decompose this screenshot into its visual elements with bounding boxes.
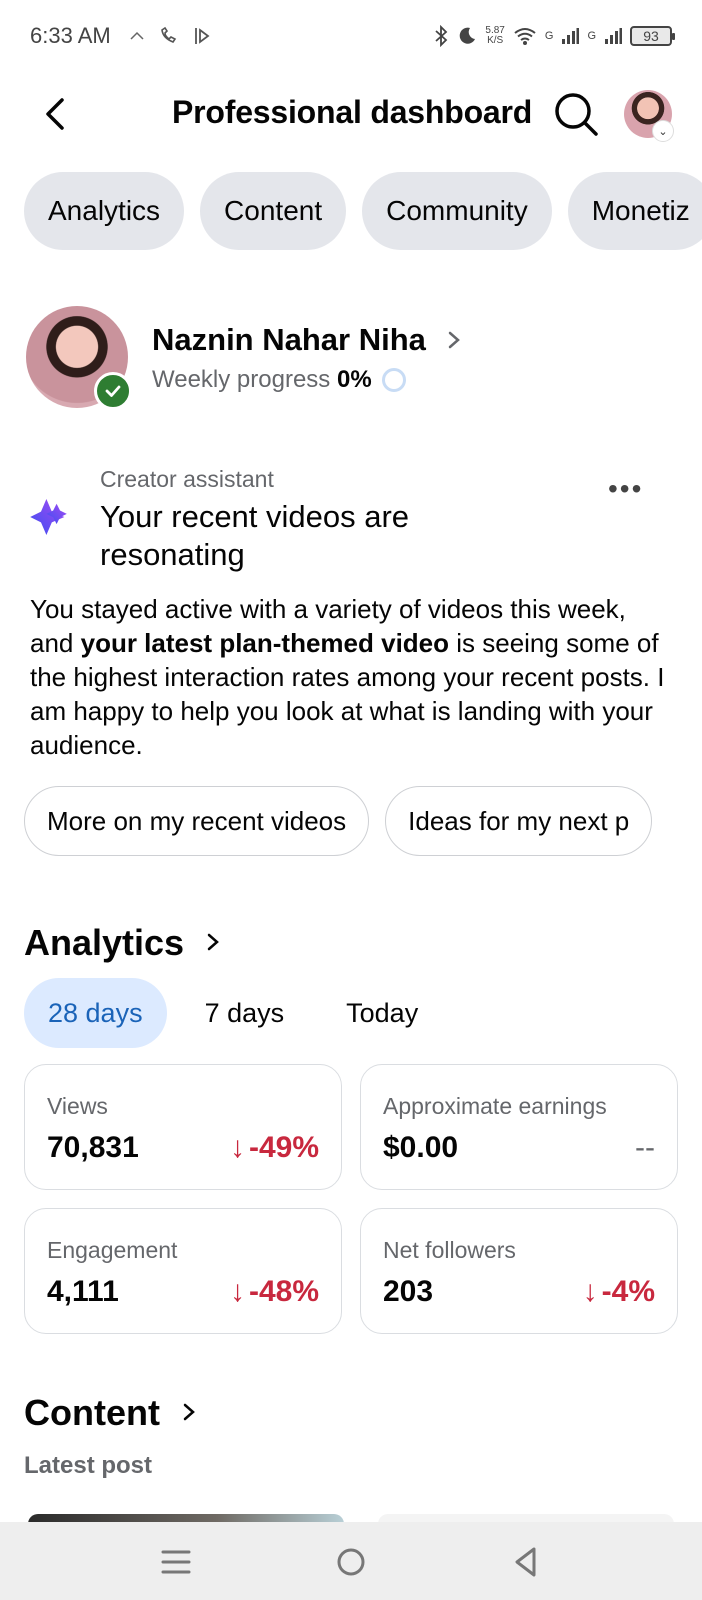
metric-delta: --: [635, 1131, 655, 1164]
weekly-progress-label: Weekly progress: [152, 366, 331, 393]
metric-label: Approximate earnings: [383, 1093, 607, 1119]
do-not-disturb-moon-icon: [460, 27, 476, 44]
more-options-icon[interactable]: •••: [608, 475, 652, 504]
metric-value: 4,111: [47, 1275, 119, 1308]
progress-ring-icon: [382, 368, 407, 392]
profile-name: Naznin Nahar Niha: [152, 322, 426, 357]
range-28-days[interactable]: 28 days: [24, 978, 167, 1048]
suggestion-chip-next-ideas[interactable]: Ideas for my next p: [385, 786, 653, 856]
suggestion-chip-recent-videos[interactable]: More on my recent videos: [24, 786, 370, 856]
tab-monetization[interactable]: Monetiz: [567, 172, 702, 250]
system-nav-bar: [0, 1522, 702, 1600]
weekly-progress-value: 0%: [336, 366, 372, 393]
page-title: Professional dashboard: [172, 94, 533, 130]
signal-2-label: G: [587, 30, 596, 42]
analytics-heading[interactable]: Analytics: [24, 922, 184, 964]
metric-card-engagement[interactable]: Engagement 4,111 ↓ -48%: [24, 1208, 342, 1334]
sparkle-ai-icon: [30, 499, 67, 535]
metric-label: Views: [47, 1093, 108, 1119]
bluetooth-icon: [435, 25, 448, 47]
metric-value: 203: [383, 1275, 434, 1308]
metric-value: 70,831: [47, 1131, 139, 1164]
metric-delta: ↓ -48%: [229, 1275, 319, 1308]
profile-summary[interactable]: Naznin Nahar Niha Weekly progress 0%: [26, 306, 686, 416]
metric-delta: ↓ -4%: [582, 1275, 655, 1308]
signal-bars-icon: [605, 28, 622, 44]
app-header: Professional dashboard ⌄: [0, 80, 702, 150]
dashboard-tabs: Analytics Content Community Monetiz: [24, 172, 702, 250]
assistant-message: You stayed active with a variety of vide…: [30, 594, 665, 760]
range-today[interactable]: Today: [322, 978, 442, 1048]
status-bar: 6:33 AM 5.87 K/S G G 93: [0, 0, 702, 72]
search-icon[interactable]: [552, 90, 600, 138]
latest-post-label: Latest post: [24, 1452, 153, 1479]
chevron-right-icon: [448, 331, 460, 349]
metric-label: Engagement: [47, 1237, 178, 1263]
verified-check-icon: [94, 372, 132, 410]
media-icon: [194, 28, 210, 44]
assistant-label: Creator assistant: [100, 466, 274, 492]
weekly-progress: Weekly progress 0%: [152, 366, 407, 394]
signal-bars-icon: [562, 28, 580, 44]
signal-1-label: G: [544, 30, 554, 42]
back-triangle-icon[interactable]: [508, 1544, 544, 1580]
arrow-down-icon: ↓: [229, 1131, 245, 1164]
metric-card-views[interactable]: Views 70,831 ↓ -49%: [24, 1064, 342, 1190]
metric-card-earnings[interactable]: Approximate earnings $0.00 --: [360, 1064, 678, 1190]
metric-value: $0.00: [383, 1131, 459, 1164]
home-icon[interactable]: [333, 1544, 369, 1580]
tab-community[interactable]: Community: [362, 172, 552, 250]
tab-analytics[interactable]: Analytics: [24, 172, 185, 250]
notification-icon: [130, 31, 144, 40]
recent-apps-icon[interactable]: [158, 1544, 194, 1580]
arrow-down-icon: ↓: [582, 1275, 598, 1308]
metric-delta: ↓ -49%: [229, 1131, 319, 1164]
status-time: 6:33 AM: [30, 23, 111, 48]
notification-icons: [129, 26, 211, 46]
arrow-down-icon: ↓: [229, 1275, 245, 1308]
date-range-selector: 28 days 7 days Today: [24, 978, 456, 1048]
assistant-suggestions: More on my recent videos Ideas for my ne…: [24, 786, 678, 856]
status-right: 5.87 K/S G G 93: [433, 25, 675, 47]
chevron-down-icon[interactable]: ⌄: [652, 120, 674, 142]
content-heading[interactable]: Content: [24, 1392, 160, 1434]
metrics-grid: Views 70,831 ↓ -49% Approximate earnings …: [24, 1064, 678, 1334]
battery-icon: 93: [630, 26, 675, 46]
range-7-days[interactable]: 7 days: [181, 978, 309, 1048]
chevron-right-icon[interactable]: [204, 930, 222, 954]
metric-label: Net followers: [383, 1237, 516, 1263]
tab-content[interactable]: Content: [200, 172, 347, 250]
assistant-title: Your recent videos are resonating: [100, 499, 410, 572]
chevron-right-icon[interactable]: [180, 1400, 198, 1424]
missed-call-icon: [160, 26, 176, 43]
back-arrow-icon[interactable]: [36, 92, 80, 136]
metric-card-net-followers[interactable]: Net followers 203 ↓ -4%: [360, 1208, 678, 1334]
wifi-icon: [514, 28, 536, 45]
net-speed: 5.87 K/S: [485, 25, 505, 46]
